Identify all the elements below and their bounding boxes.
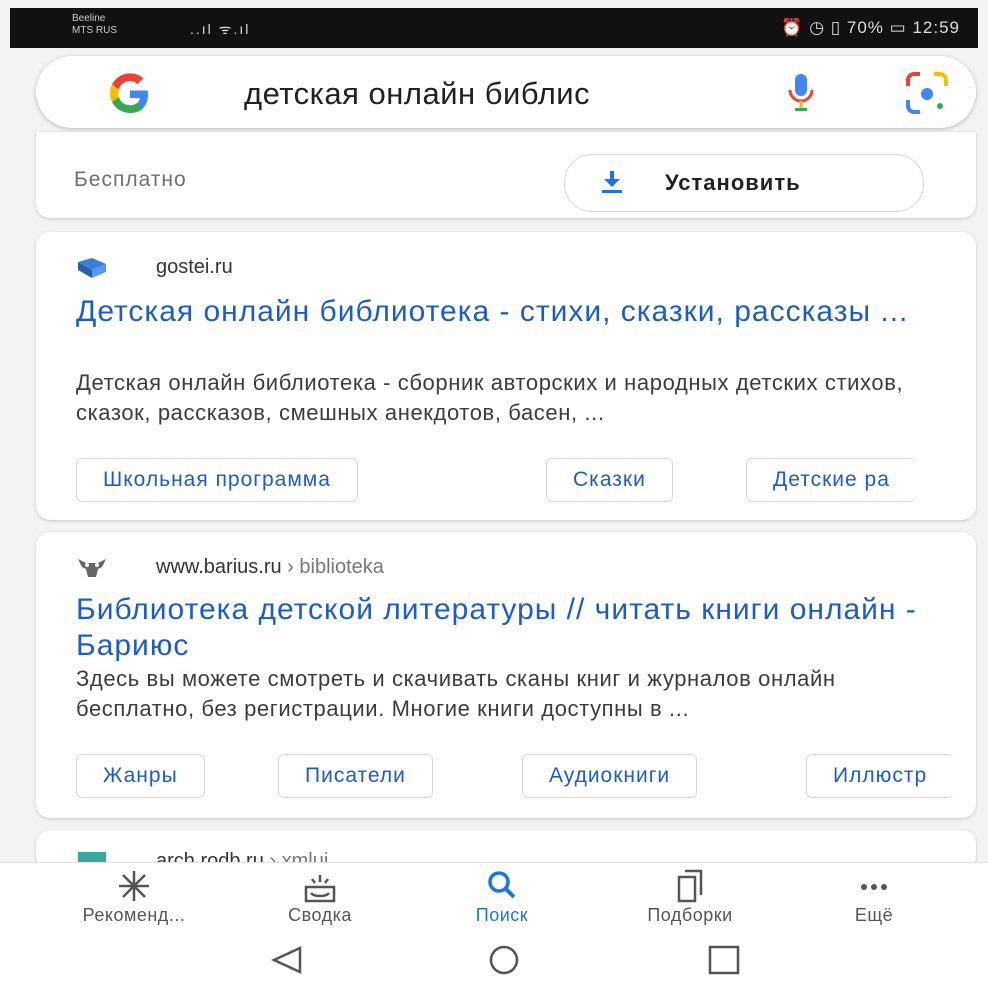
result-title[interactable]: Детская онлайн библиотека - стихи, сказк… [76, 294, 956, 330]
microphone-icon[interactable] [786, 72, 816, 114]
install-label: Установить [665, 170, 801, 195]
search-input[interactable]: детская онлайн библиc [244, 76, 590, 112]
recent-apps-icon[interactable] [704, 944, 744, 976]
chip-genres[interactable]: Жанры [76, 754, 205, 798]
search-icon [488, 871, 516, 899]
nav-label: Ещё [854, 905, 894, 925]
back-icon[interactable] [268, 944, 308, 976]
owl-favicon-icon [78, 559, 106, 577]
site-name: gostei.ru [156, 256, 233, 278]
asterisk-icon [119, 871, 149, 901]
collections-icon [677, 869, 703, 903]
result-snippet: Здесь вы можете смотреть и скачивать ска… [76, 666, 836, 721]
price-label: Бесплатно [74, 168, 187, 191]
status-bar: Beeline MTS RUS ..ıl ᯤ.ıl ⏰ ◷ ▯ 70% ▭ 12… [10, 8, 978, 48]
alarm-icon: ⏰ ◷ ▯ [781, 18, 842, 37]
chip-fairy-tales[interactable]: Сказки [546, 458, 673, 502]
system-nav-bar [0, 940, 988, 983]
nav-summary[interactable]: Сводка [250, 867, 390, 926]
site-domain: www.barius.ru [156, 556, 282, 578]
sitelink-chips: Школьная программа Сказки Детские ра [76, 458, 976, 504]
result-card: www.barius.ru › biblioteka Библиотека де… [36, 532, 976, 818]
chip-children-stories[interactable]: Детские ра [746, 458, 916, 502]
chip-writers[interactable]: Писатели [278, 754, 433, 798]
site-path: › biblioteka [281, 556, 384, 578]
signal-icon: ..ıl ᯤ.ıl [190, 21, 251, 37]
nav-label: Рекоменд... [82, 905, 186, 925]
chip-school-program[interactable]: Школьная программа [76, 458, 358, 502]
chip-audiobooks[interactable]: Аудиокниги [522, 754, 698, 798]
summary-icon [304, 875, 336, 903]
chip-illustrations[interactable]: Иллюстр [806, 754, 954, 798]
status-right: ⏰ ◷ ▯ 70% ▭ 12:59 [781, 18, 960, 38]
google-lens-icon[interactable] [904, 70, 950, 116]
site-name: www.barius.ru › biblioteka [156, 556, 384, 579]
more-icon [861, 884, 887, 890]
book-favicon-icon [78, 258, 106, 278]
carrier-line-2: MTS RUS [72, 25, 117, 36]
clock: 12:59 [912, 18, 960, 37]
nav-search[interactable]: Поиск [432, 867, 572, 926]
nav-label: Поиск [475, 905, 529, 925]
install-button[interactable]: Установить [564, 154, 924, 212]
result-snippet: Детская онлайн библиотека - сборник авто… [76, 370, 904, 425]
search-bar[interactable]: детская онлайн библиc [36, 56, 976, 128]
nav-collections[interactable]: Подборки [620, 867, 760, 926]
nav-label: Подборки [647, 905, 733, 925]
nav-recommendations[interactable]: Рекоменд... [64, 867, 204, 926]
bottom-nav: Рекоменд... Сводка Поиск Подборки Ещё [0, 862, 988, 941]
carrier-line-1: Beeline [72, 13, 106, 24]
nav-label: Сводка [288, 905, 352, 925]
home-icon[interactable] [484, 944, 524, 976]
sitelink-chips: Жанры Писатели Аудиокниги Иллюстр [76, 754, 976, 800]
download-icon [602, 171, 622, 193]
app-card: Бесплатно Установить [36, 132, 976, 218]
battery-icon: ▭ [889, 18, 907, 37]
carrier-label: Beeline MTS RUS [72, 13, 117, 37]
result-title[interactable]: Библиотека детской литературы // читать … [76, 592, 956, 664]
result-card: gostei.ru Детская онлайн библиотека - ст… [36, 232, 976, 520]
google-logo-icon [110, 73, 148, 113]
battery-percent: 70% [846, 18, 884, 37]
nav-more[interactable]: Ещё [804, 867, 944, 926]
